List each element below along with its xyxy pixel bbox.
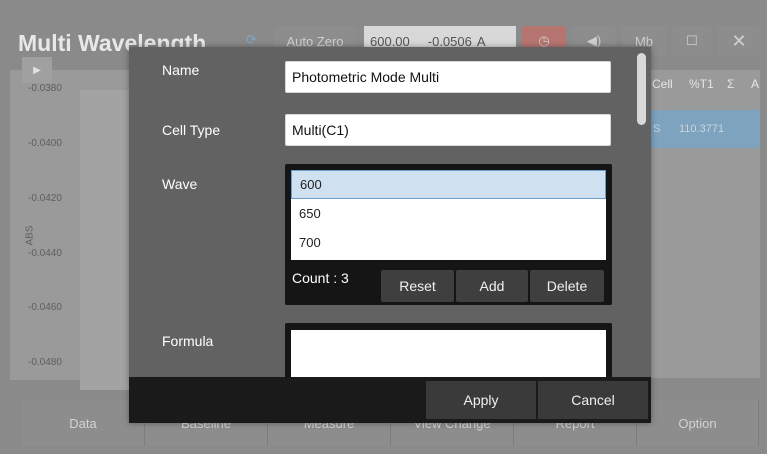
cancel-button[interactable]: Cancel bbox=[538, 381, 648, 419]
dialog-scrollbar[interactable] bbox=[637, 53, 646, 125]
formula-label: Formula bbox=[162, 333, 214, 349]
formula-input[interactable] bbox=[291, 330, 606, 377]
tab-option[interactable]: Option bbox=[637, 400, 759, 446]
table-header-t1: %T1 bbox=[689, 77, 714, 91]
wave-label: Wave bbox=[162, 176, 198, 192]
edit-button[interactable]: ☐ bbox=[672, 26, 712, 56]
y-tick: -0.0380 bbox=[28, 83, 62, 94]
graph-scroll-button[interactable]: ▶ bbox=[22, 57, 52, 83]
cell-type-input[interactable]: Multi(C1) bbox=[285, 114, 611, 146]
sync-icon[interactable]: ⟳ bbox=[246, 32, 257, 48]
play-icon: ▶ bbox=[33, 64, 41, 76]
dialog-body[interactable]: Name Photometric Mode Multi Cell Type Mu… bbox=[129, 47, 651, 377]
y-tick: -0.0420 bbox=[28, 193, 62, 204]
formula-panel bbox=[285, 323, 612, 377]
wave-list-item[interactable]: 600 bbox=[291, 170, 606, 199]
wave-count: Count : 3 bbox=[292, 270, 349, 286]
y-tick: -0.0480 bbox=[28, 357, 62, 368]
wave-list-item[interactable]: 700 bbox=[291, 228, 606, 257]
close-icon: ✕ bbox=[731, 30, 747, 51]
method-dialog: Name Photometric Mode Multi Cell Type Mu… bbox=[129, 47, 651, 423]
row-t1-value: 110.3771 bbox=[679, 123, 725, 135]
cell-type-label: Cell Type bbox=[162, 122, 221, 138]
y-tick: -0.0400 bbox=[28, 138, 62, 149]
table-header-cell: Cell bbox=[652, 77, 673, 91]
wave-list[interactable]: 600 650 700 bbox=[291, 170, 606, 260]
reset-button[interactable]: Reset bbox=[381, 270, 454, 302]
edit-icon: ☐ bbox=[686, 33, 698, 48]
wave-list-item[interactable]: 650 bbox=[291, 199, 606, 228]
add-wave-button[interactable]: Add bbox=[456, 270, 528, 302]
dialog-footer: Apply Cancel bbox=[129, 377, 651, 423]
table-header-a: A bbox=[751, 77, 760, 91]
y-tick: -0.0440 bbox=[28, 248, 62, 259]
tab-data[interactable]: Data bbox=[22, 400, 145, 446]
close-button[interactable]: ✕ bbox=[718, 26, 760, 56]
name-input[interactable]: Photometric Mode Multi bbox=[285, 61, 611, 93]
delete-wave-button[interactable]: Delete bbox=[530, 270, 604, 302]
y-tick: -0.0460 bbox=[28, 302, 62, 313]
table-header-sum: Σ bbox=[727, 77, 735, 91]
wave-panel: 600 650 700 Count : 3 Reset Add Delete bbox=[285, 164, 612, 305]
name-label: Name bbox=[162, 62, 200, 78]
apply-button[interactable]: Apply bbox=[426, 381, 536, 419]
y-axis-label: ABS bbox=[24, 225, 36, 246]
row-cell-value: S bbox=[653, 123, 661, 135]
